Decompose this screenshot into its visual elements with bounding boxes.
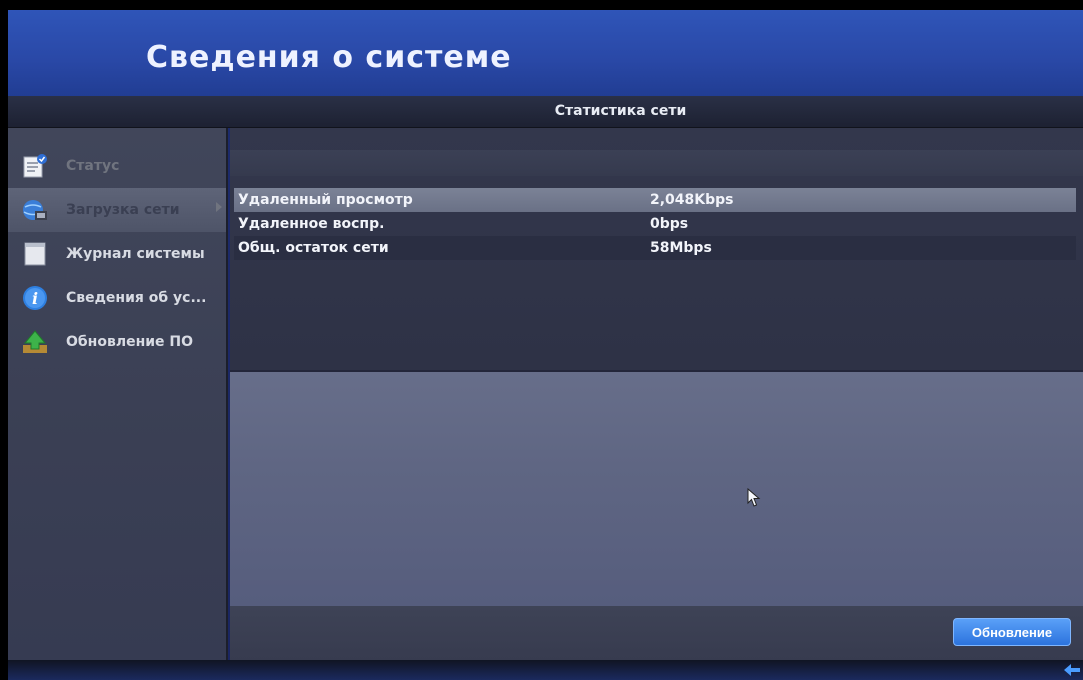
dvr-screen: Сведения о системе Статистика сети Стату…: [8, 10, 1083, 680]
page-title: Сведения о системе: [146, 40, 512, 75]
sidebar-item-label: Журнал системы: [66, 246, 205, 262]
sidebar-item-device-info[interactable]: i Сведения об ус...: [8, 276, 226, 320]
table-row[interactable]: Общ. остаток сети 58Mbps: [234, 236, 1076, 260]
row-name: Общ. остаток сети: [238, 240, 389, 256]
sidebar-item-network-load[interactable]: Загрузка сети: [8, 188, 226, 232]
refresh-button[interactable]: Обновление: [953, 618, 1071, 646]
row-name: Удаленное воспр.: [238, 216, 385, 232]
section-title-bar: Статистика сети: [8, 96, 1083, 128]
sidebar-item-firmware-update[interactable]: Обновление ПО: [8, 320, 226, 364]
back-arrow-icon[interactable]: [1061, 660, 1083, 680]
row-value: 2,048Kbps: [650, 192, 734, 208]
mouse-cursor-icon: [747, 487, 761, 512]
empty-panel: [230, 370, 1083, 606]
upgrade-icon: [20, 327, 50, 357]
sidebar-item-status[interactable]: Статус: [8, 144, 226, 188]
sidebar-item-label: Статус: [66, 158, 120, 174]
header-bar: Сведения о системе: [8, 10, 1083, 96]
sidebar: Статус Загрузка сети Журнал системы i Св…: [8, 128, 228, 660]
table-row[interactable]: Удаленное воспр. 0bps: [234, 212, 1076, 236]
bottom-strip: [8, 660, 1083, 680]
svg-text:i: i: [32, 289, 38, 308]
network-stats-table: Удаленный просмотр 2,048Kbps Удаленное в…: [230, 128, 1083, 370]
sidebar-item-label: Сведения об ус...: [66, 290, 207, 306]
content-panel: Удаленный просмотр 2,048Kbps Удаленное в…: [230, 128, 1083, 660]
sidebar-item-label: Обновление ПО: [66, 334, 194, 350]
row-value: 0bps: [650, 216, 689, 232]
section-title: Статистика сети: [554, 103, 687, 119]
row-value: 58Mbps: [650, 240, 712, 256]
table-header: [230, 150, 1083, 176]
sidebar-item-system-log[interactable]: Журнал системы: [8, 232, 226, 276]
footer-bar: Обновление: [230, 606, 1083, 660]
log-icon: [20, 239, 50, 269]
status-icon: [20, 151, 50, 181]
info-icon: i: [20, 283, 50, 313]
chevron-right-icon: [216, 202, 222, 212]
network-icon: [20, 195, 50, 225]
row-name: Удаленный просмотр: [238, 192, 413, 208]
sidebar-item-label: Загрузка сети: [66, 202, 180, 218]
table-row[interactable]: Удаленный просмотр 2,048Kbps: [234, 188, 1076, 212]
